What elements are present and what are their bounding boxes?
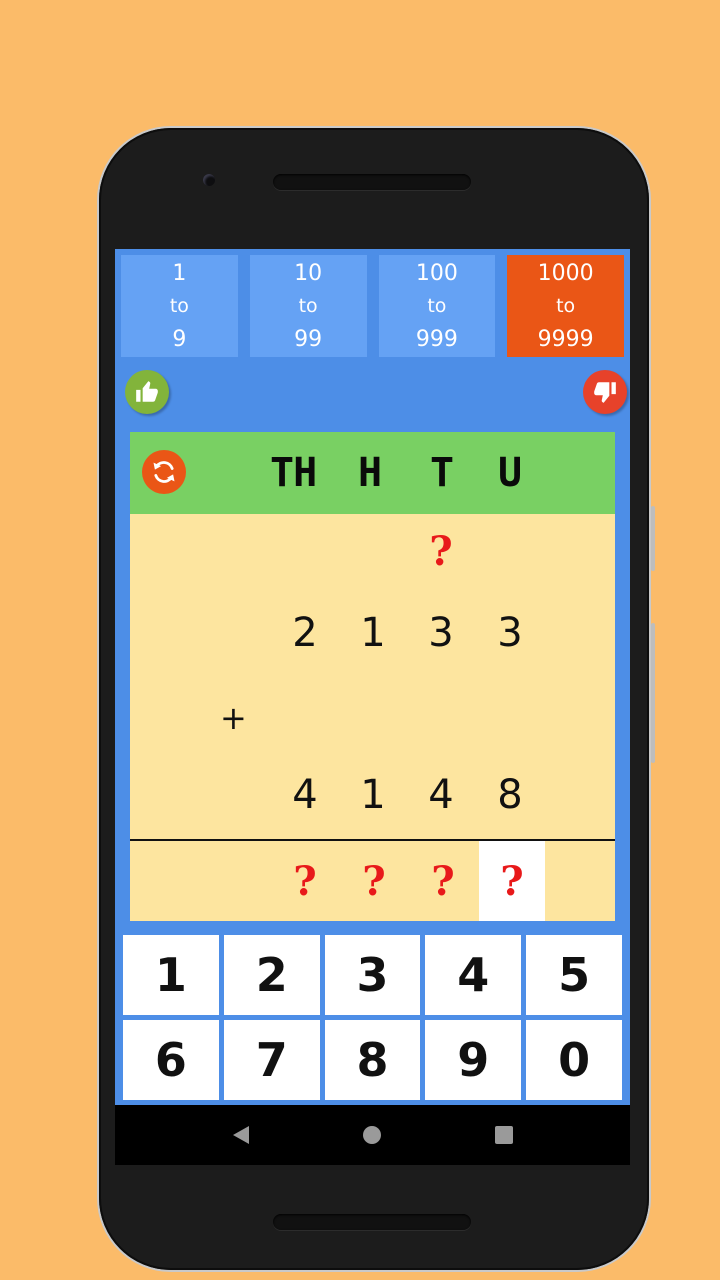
work-area: ? 2 1 3 3 + 4 1 4 8 [130, 514, 615, 839]
refresh-icon [153, 461, 175, 483]
dislike-button[interactable] [583, 370, 627, 414]
key-4[interactable]: 4 [425, 935, 522, 1015]
range-from: 100 [415, 260, 458, 286]
range-to: 999 [415, 326, 458, 352]
android-nav-bar [115, 1105, 630, 1165]
place-value-header: TH H T U [130, 432, 615, 514]
back-triangle-icon [232, 1126, 249, 1144]
addend1-digit: 2 [292, 610, 318, 656]
range-to: 9 [172, 326, 187, 352]
answer-cell-thousands[interactable]: ? [272, 841, 338, 921]
key-2[interactable]: 2 [223, 935, 320, 1015]
place-label-thousands: TH [270, 450, 317, 496]
key-8[interactable]: 8 [324, 1020, 421, 1100]
key-7[interactable]: 7 [223, 1020, 320, 1100]
place-label-units: U [498, 450, 522, 496]
addend2-digit: 4 [292, 772, 318, 818]
range-from: 1000 [537, 260, 594, 286]
key-5[interactable]: 5 [526, 935, 622, 1015]
top-speaker [273, 174, 471, 190]
addend1-digit: 3 [497, 610, 523, 656]
recents-square-icon [495, 1126, 514, 1144]
key-0[interactable]: 0 [526, 1020, 622, 1100]
problem-panel: TH H T U ? 2 1 3 3 + 4 1 4 8 ? ? ? ? [130, 432, 615, 921]
thumbs-down-icon [594, 382, 616, 403]
answer-cell-units[interactable]: ? [479, 841, 545, 921]
answer-row: ? ? ? ? [130, 841, 615, 921]
range-from: 10 [294, 260, 323, 286]
thumbs-up-icon [136, 381, 158, 402]
key-3[interactable]: 3 [324, 935, 421, 1015]
operator-sign: + [220, 699, 247, 737]
place-label-tens: T [430, 450, 454, 496]
range-to-word: to [169, 294, 189, 317]
range-to: 9999 [537, 326, 594, 352]
range-selector: 1 to 9 10 to 99 100 to 999 1000 to 9999 [121, 255, 624, 357]
answer-cell-tens[interactable]: ? [410, 841, 476, 921]
back-button[interactable] [221, 1115, 261, 1155]
app-screen: 1 to 9 10 to 99 100 to 999 1000 to 9999 [115, 249, 630, 1165]
answer-cell-hundreds[interactable]: ? [341, 841, 407, 921]
addend1-digit: 1 [360, 610, 386, 656]
addend2-digit: 4 [428, 772, 454, 818]
range-to-word: to [298, 294, 318, 317]
key-1[interactable]: 1 [123, 935, 219, 1015]
range-from: 1 [172, 260, 187, 286]
power-button [651, 506, 655, 571]
range-1-to-9[interactable]: 1 to 9 [121, 255, 238, 357]
home-circle-icon [363, 1126, 382, 1144]
range-100-to-999[interactable]: 100 to 999 [378, 255, 496, 357]
addend1-digit: 3 [428, 610, 454, 656]
front-camera [203, 174, 215, 186]
range-to-word: to [556, 294, 576, 317]
place-label-hundreds: H [358, 450, 382, 496]
range-10-to-99[interactable]: 10 to 99 [249, 255, 367, 357]
carry-cell[interactable]: ? [406, 528, 476, 575]
recents-button[interactable] [484, 1115, 524, 1155]
bottom-speaker [273, 1214, 471, 1230]
key-9[interactable]: 9 [425, 1020, 522, 1100]
key-6[interactable]: 6 [123, 1020, 219, 1100]
range-1000-to-9999[interactable]: 1000 to 9999 [507, 255, 624, 357]
volume-button [651, 623, 655, 763]
addend2-digit: 8 [497, 772, 523, 818]
like-button[interactable] [125, 370, 169, 414]
range-to-word: to [427, 294, 447, 317]
number-keypad: 1 2 3 4 5 6 7 8 9 0 [123, 935, 622, 1100]
home-button[interactable] [352, 1115, 392, 1155]
addend2-digit: 1 [360, 772, 386, 818]
range-to: 99 [294, 326, 323, 352]
new-problem-button[interactable] [142, 450, 186, 494]
